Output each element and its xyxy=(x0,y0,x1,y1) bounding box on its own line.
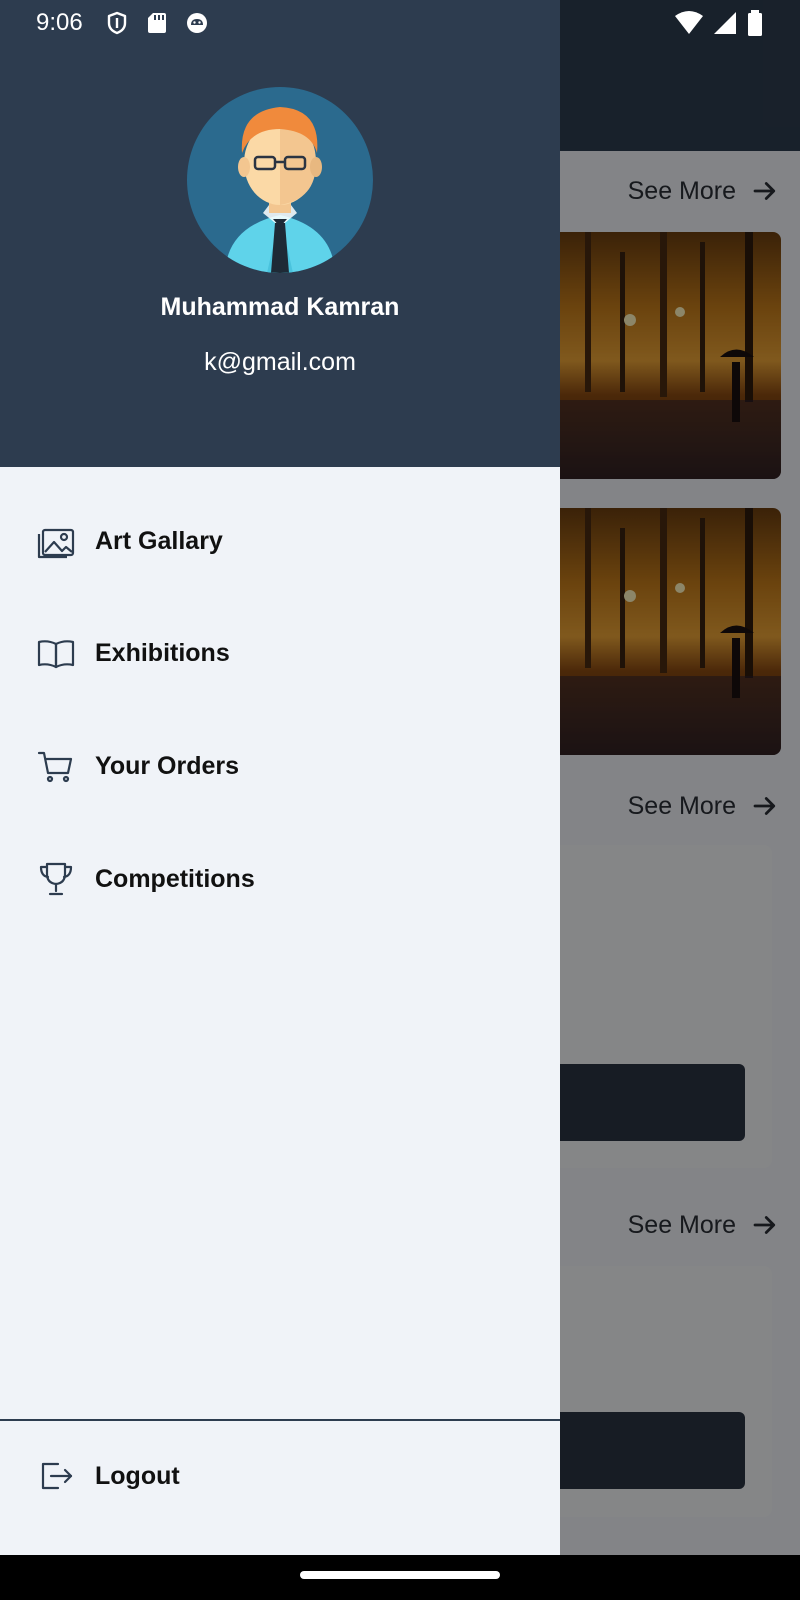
avatar[interactable] xyxy=(187,87,373,273)
home-gesture-handle[interactable] xyxy=(300,1571,500,1579)
status-bar: 9:06 xyxy=(0,0,800,46)
battery-icon xyxy=(748,10,762,36)
user-email: k@gmail.com xyxy=(204,348,356,376)
drawer-item-label: Competitions xyxy=(95,864,255,893)
drawer-item-logout[interactable]: Logout xyxy=(0,1431,560,1521)
user-name: Muhammad Kamran xyxy=(160,293,400,321)
navigation-bar xyxy=(0,1555,800,1600)
drawer-header: Muhammad Kamran k@gmail.com xyxy=(0,0,560,467)
drawer-item-label: Art Gallary xyxy=(95,526,223,555)
image-gallery-icon xyxy=(37,528,75,559)
open-book-icon xyxy=(37,640,75,669)
sd-card-icon xyxy=(147,13,166,33)
drawer-divider xyxy=(0,1419,560,1421)
wifi-icon xyxy=(675,11,703,34)
screen: See More See More See More Muhammad Kamr… xyxy=(0,0,800,1600)
signal-icon xyxy=(714,12,736,34)
navigation-drawer: Muhammad Kamran k@gmail.com Art Gallary … xyxy=(0,0,560,1555)
trophy-icon xyxy=(39,862,73,896)
avatar-man-glasses-icon xyxy=(225,107,335,273)
drawer-item-competitions[interactable]: Competitions xyxy=(0,834,560,924)
status-icons-right xyxy=(674,10,764,36)
drawer-item-your-orders[interactable]: Your Orders xyxy=(0,721,560,811)
shield-icon xyxy=(107,11,126,35)
drawer-item-label: Your Orders xyxy=(95,751,240,780)
drawer-item-label: Exhibitions xyxy=(95,638,230,667)
shopping-cart-icon xyxy=(37,751,73,783)
drawer-item-exhibitions[interactable]: Exhibitions xyxy=(0,608,560,698)
status-time: 9:06 xyxy=(36,9,83,36)
drawer-item-label: Logout xyxy=(95,1461,180,1490)
drawer-item-art-gallery[interactable]: Art Gallary xyxy=(0,496,560,586)
logout-icon xyxy=(41,1462,73,1490)
android-debug-icon xyxy=(186,13,207,33)
